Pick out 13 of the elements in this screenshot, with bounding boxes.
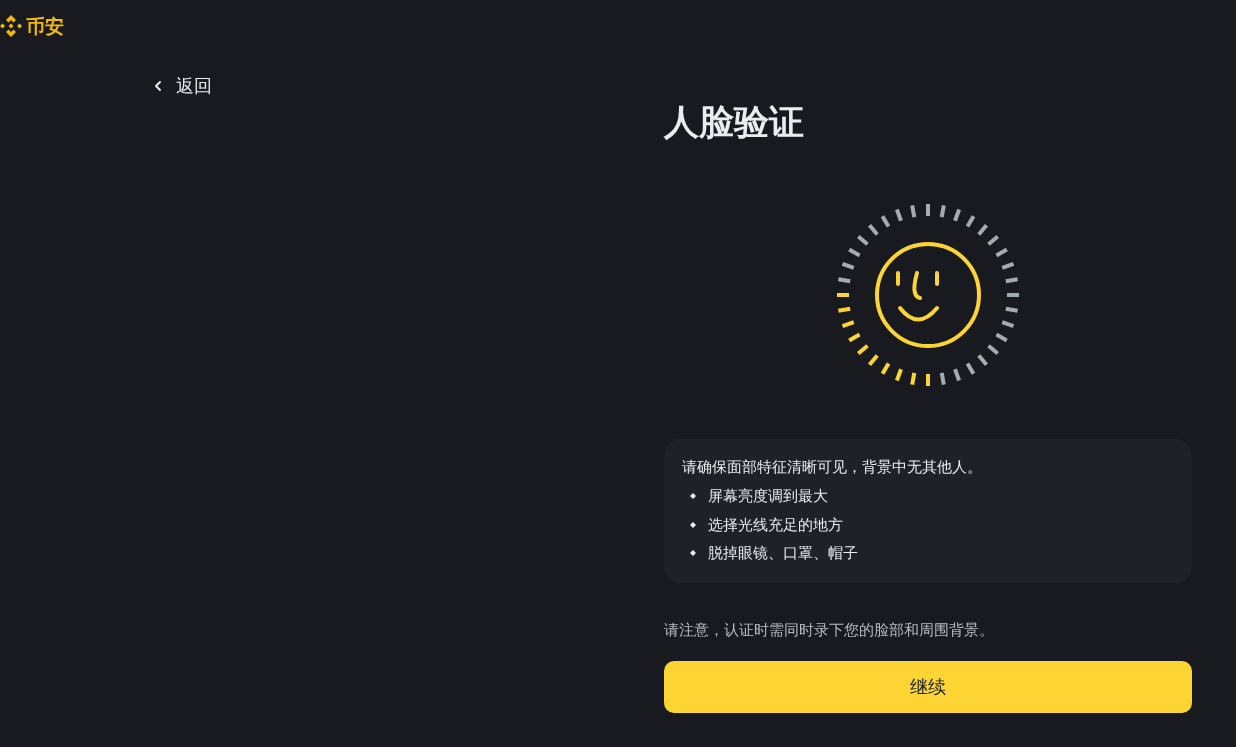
continue-button[interactable]: 继续 [664, 661, 1192, 713]
tip-text: 选择光线充足的地方 [708, 514, 843, 535]
tips-intro: 请确保面部特征清晰可见，背景中无其他人。 [682, 457, 983, 477]
diamond-bullet-icon [690, 550, 696, 556]
note-text: 请注意，认证时需同时录下您的脸部和周围背景。 [664, 620, 995, 640]
tip-text: 脱掉眼镜、口罩、帽子 [708, 543, 858, 563]
diamond-logo-icon [0, 15, 22, 37]
logo-text: 币安 [26, 14, 64, 38]
diamond-bullet-icon [690, 493, 696, 499]
tip-text: 屏幕亮度调到最大 [708, 486, 828, 506]
diamond-bullet-icon [690, 521, 696, 528]
back-link[interactable]: 返回 [150, 74, 212, 98]
page-title: 人脸验证 [664, 101, 805, 144]
